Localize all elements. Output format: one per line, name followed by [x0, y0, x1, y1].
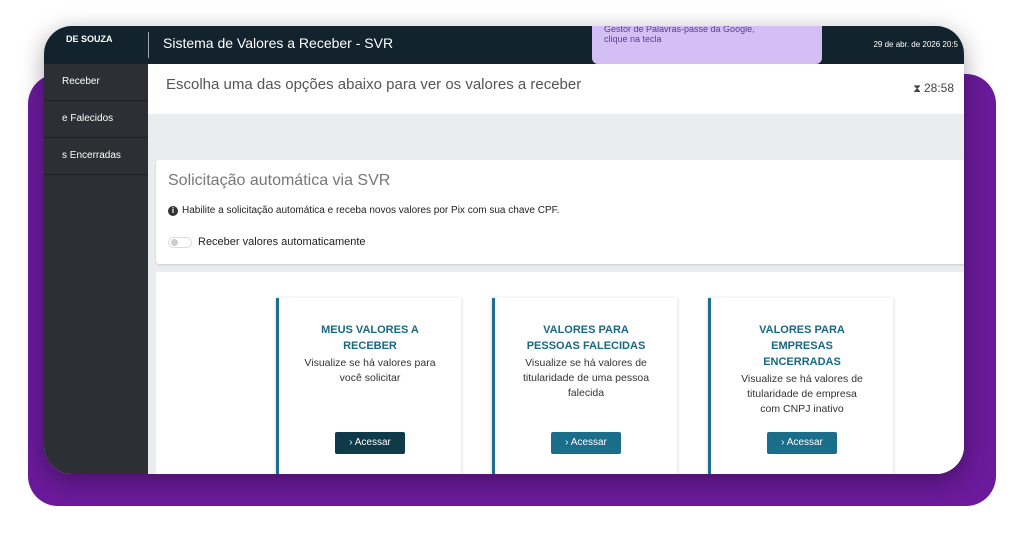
option-desc-line: Visualize se há valores de — [741, 373, 863, 385]
option-desc-line: Visualize se há valores para — [304, 357, 436, 369]
timer-value: 28:58 — [923, 81, 954, 95]
option-card-pessoas-falecidas: VALORES PARA PESSOAS FALECIDAS Visualize… — [492, 298, 677, 474]
info-icon: i — [168, 206, 178, 216]
top-navigation-bar: DE SOUZA Sistema de Valores a Receber - … — [44, 26, 964, 64]
option-title-line: VALORES PARA — [759, 324, 845, 336]
date-time: 29 de abr. de 2026 20:5 — [873, 40, 958, 49]
auto-receive-toggle[interactable] — [168, 236, 192, 248]
option-desc-line: falecida — [567, 387, 605, 399]
option-desc-line: titularidade de uma pessoa — [522, 372, 650, 384]
browser-window: DE SOUZA Sistema de Valores a Receber - … — [44, 26, 964, 474]
toggle-knob — [171, 238, 178, 246]
option-card-meus-valores: MEUS VALORES A RECEBER Visualize se há v… — [276, 298, 461, 474]
option-desc-line: Visualize se há valores de — [525, 357, 647, 369]
sidebar-item-receber[interactable]: Receber — [44, 64, 148, 101]
user-name: DE SOUZA — [66, 34, 113, 44]
sidebar-item-falecidos[interactable]: e Falecidos — [44, 101, 148, 138]
toggle-label: Receber valores automaticamente — [198, 236, 366, 248]
option-title-line: VALORES PARA — [543, 324, 629, 336]
options-panel: MEUS VALORES A RECEBER Visualize se há v… — [156, 272, 964, 474]
topbar-divider — [148, 32, 149, 58]
app-title: Sistema de Valores a Receber - SVR — [163, 35, 394, 51]
svr-info-text: i Habilite a solicitação automática e rec… — [168, 205, 559, 216]
option-desc-line: com CNPJ inativo — [760, 403, 844, 415]
option-description: Visualize se há valores para você solici… — [293, 356, 447, 386]
hourglass-icon: ⧗ — [913, 83, 921, 95]
acessar-button-pessoas-falecidas[interactable]: › Acessar — [551, 432, 621, 454]
tooltip-line-1: Gestor de Palavras-passe da Google, — [604, 26, 755, 34]
option-title-line: PESSOAS FALECIDAS — [526, 340, 646, 352]
button-label: Acessar — [786, 437, 823, 448]
option-title-line: MEUS VALORES A — [321, 324, 419, 336]
tooltip-line-2: clique na tecla — [604, 34, 662, 44]
svr-auto-request-card: Solicitação automática via SVR i Habilite… — [156, 160, 964, 264]
svr-card-title: Solicitação automática via SVR — [168, 172, 391, 189]
main-content: Escolha uma das opções abaixo para ver o… — [148, 64, 964, 474]
page-header: Escolha uma das opções abaixo para ver o… — [148, 64, 964, 114]
auto-receive-toggle-row: Receber valores automaticamente — [168, 236, 366, 248]
button-label: Acessar — [354, 437, 391, 448]
svr-info-label: Habilite a solicitação automática e rece… — [182, 205, 560, 216]
option-desc-line: titularidade de empresa — [747, 388, 857, 400]
sidebar-item-encerradas[interactable]: s Encerradas — [44, 138, 148, 175]
option-card-empresas-encerradas: VALORES PARA EMPRESAS ENCERRADAS Visuali… — [708, 298, 893, 474]
option-title: VALORES PARA PESSOAS FALECIDAS — [505, 322, 667, 354]
option-title: VALORES PARA EMPRESAS ENCERRADAS — [721, 322, 883, 370]
sidebar: Receber e Falecidos s Encerradas — [44, 64, 148, 474]
option-description: Visualize se há valores de titularidade … — [509, 356, 663, 401]
option-title-line: ENCERRADAS — [763, 356, 841, 368]
option-description: Visualize se há valores de titularidade … — [725, 372, 879, 417]
page-title: Escolha uma das opções abaixo para ver o… — [166, 76, 582, 93]
option-desc-line: você solicitar — [339, 372, 401, 384]
button-label: Acessar — [570, 437, 607, 448]
acessar-button-meus-valores[interactable]: › Acessar — [335, 432, 405, 454]
acessar-button-empresas-encerradas[interactable]: › Acessar — [767, 432, 837, 454]
option-title: MEUS VALORES A RECEBER — [289, 322, 451, 354]
session-timer: ⧗ 28:58 — [913, 81, 954, 96]
option-title-line: EMPRESAS — [771, 340, 833, 352]
option-title-line: RECEBER — [343, 340, 397, 352]
password-manager-tooltip[interactable]: Gestor de Palavras-passe da Google, cliq… — [592, 26, 822, 64]
